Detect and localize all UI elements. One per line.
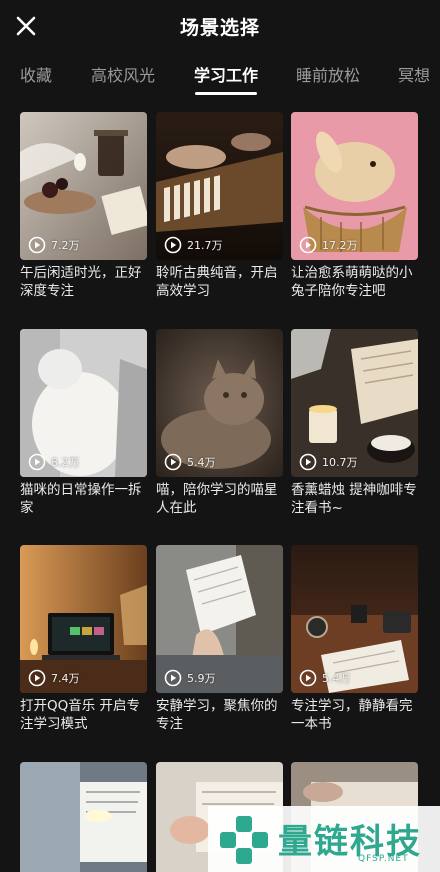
play-count-value: 5.4万	[322, 672, 351, 685]
play-count-value: 7.2万	[51, 239, 80, 252]
scene-thumbnail[interactable]: 7.2万	[20, 112, 147, 260]
play-count-value: 5.4万	[187, 456, 216, 469]
scene-thumbnail[interactable]: 5.9万	[156, 545, 283, 693]
watermark-domain: QFSP.NET	[358, 854, 409, 864]
play-count: 5.9万	[164, 669, 216, 687]
scene-thumbnail[interactable]	[20, 762, 147, 872]
play-count-value: 17.2万	[322, 239, 358, 252]
header: 场景选择	[0, 0, 440, 54]
play-icon	[28, 453, 46, 471]
page-title: 场景选择	[179, 17, 260, 39]
watermark-logo-icon	[220, 816, 268, 864]
play-icon	[164, 669, 182, 687]
tab-study-work[interactable]: 学习工作	[194, 62, 258, 86]
play-count: 5.4万	[299, 669, 351, 687]
scene-title: 聆听古典纯音，开启高效学习	[156, 265, 278, 299]
play-icon	[164, 236, 182, 254]
play-count-value: 8.2万	[51, 456, 80, 469]
scene-title: 午后闲适时光，正好深度专注	[20, 265, 142, 299]
play-count-value: 7.4万	[51, 672, 80, 685]
scene-thumbnail[interactable]: 21.7万	[156, 112, 283, 260]
play-count: 7.2万	[28, 236, 80, 254]
scene-thumbnail[interactable]: 10.7万	[291, 329, 418, 477]
scene-title: 打开QQ音乐 开启专注学习模式	[20, 698, 141, 732]
play-count: 10.7万	[299, 453, 358, 471]
tab-meditation[interactable]: 冥想	[398, 62, 430, 86]
scene-title: 喵，陪你学习的喵星人在此	[156, 482, 278, 516]
play-count: 17.2万	[299, 236, 358, 254]
scene-thumbnail[interactable]: 5.4万	[156, 329, 283, 477]
play-count: 8.2万	[28, 453, 80, 471]
scene-title: 让治愈系萌萌哒的小兔子陪你专注吧	[291, 265, 413, 299]
play-icon	[299, 669, 317, 687]
play-count: 7.4万	[28, 669, 80, 687]
scene-thumbnail[interactable]: 17.2万	[291, 112, 418, 260]
scene-thumbnail[interactable]: 5.4万	[291, 545, 418, 693]
tab-bedtime[interactable]: 睡前放松	[296, 62, 360, 86]
play-count: 5.4万	[164, 453, 216, 471]
play-count-value: 5.9万	[187, 672, 216, 685]
scene-thumbnail[interactable]: 7.4万	[20, 545, 147, 693]
play-icon	[164, 453, 182, 471]
scene-title: 安静学习，聚焦你的专注	[156, 698, 278, 732]
play-icon	[299, 453, 317, 471]
play-icon	[28, 669, 46, 687]
scene-title: 专注学习，静静看完一本书	[291, 698, 413, 732]
play-icon	[299, 236, 317, 254]
play-count-value: 21.7万	[187, 239, 223, 252]
play-count: 21.7万	[164, 236, 223, 254]
tab-campus[interactable]: 高校风光	[91, 62, 155, 86]
play-icon	[28, 236, 46, 254]
play-count-value: 10.7万	[322, 456, 358, 469]
watermark: 量链科技 QFSP.NET	[208, 806, 440, 872]
tab-favorites[interactable]: 收藏	[20, 62, 52, 86]
scene-thumbnail[interactable]: 8.2万	[20, 329, 147, 477]
active-tab-indicator	[195, 92, 257, 95]
scene-title: 香薰蜡烛 提神咖啡专注看书~	[291, 482, 417, 516]
scene-title: 猫咪的日常操作一拆家	[20, 482, 142, 516]
